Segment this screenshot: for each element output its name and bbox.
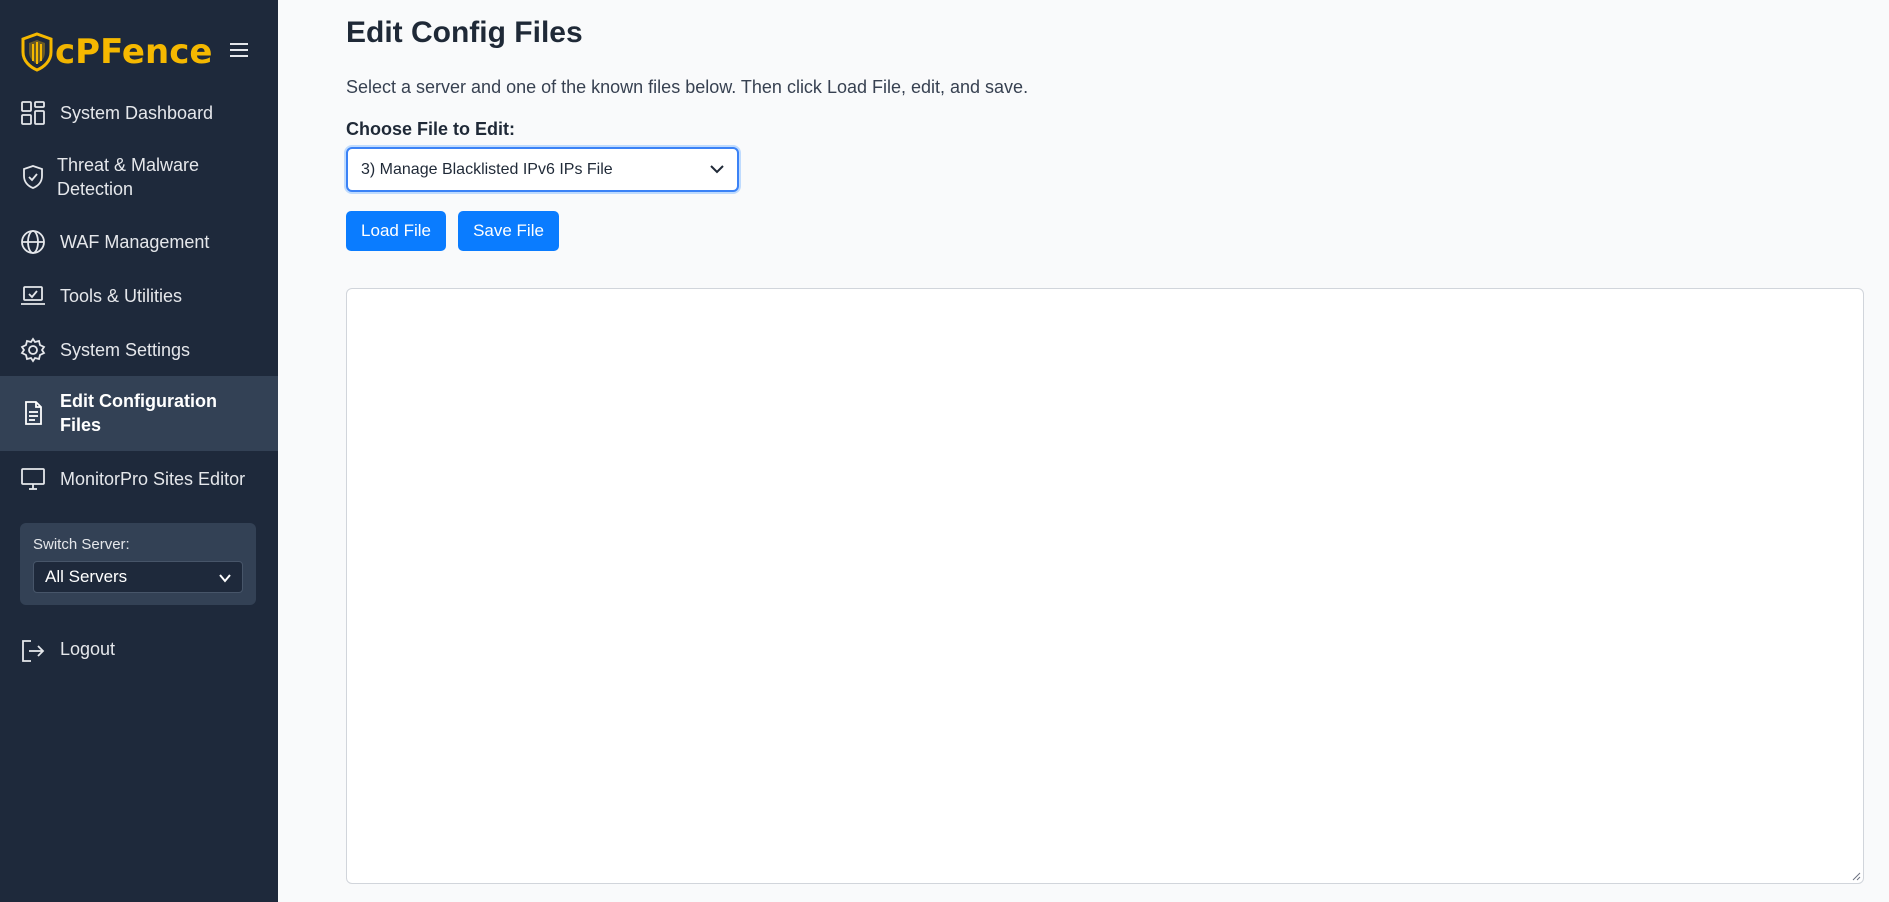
dashboard-grid-icon — [21, 101, 45, 125]
globe-icon — [21, 230, 45, 254]
sidebar-item-system-dashboard[interactable]: System Dashboard — [0, 98, 278, 128]
sidebar-item-threat-malware-detection[interactable]: Threat & Malware Detection — [0, 152, 278, 202]
page-description: Select a server and one of the known fil… — [346, 77, 1029, 97]
monitor-icon — [21, 468, 45, 490]
choose-file-label: Choose File to Edit: — [346, 119, 515, 139]
switch-server-select[interactable]: All Servers — [33, 561, 243, 593]
shield-logo-icon — [21, 32, 53, 72]
sidebar: cPFence System Dashboard Threat & Malwar… — [0, 0, 278, 902]
switch-server-label: Switch Server: — [33, 536, 130, 553]
resize-handle-icon[interactable] — [1851, 871, 1861, 881]
sidebar-item-label: Edit Configuration Files — [60, 391, 217, 435]
file-select-value: 3) Manage Blacklisted IPv6 IPs File — [361, 161, 613, 178]
sidebar-item-tools-utilities[interactable]: Tools & Utilities — [0, 281, 278, 311]
sidebar-item-label: System Dashboard — [60, 103, 214, 123]
logout-icon — [22, 640, 45, 662]
brand-logo[interactable]: cPFence — [20, 30, 260, 74]
logout-label: Logout — [60, 639, 116, 659]
page-title: Edit Config Files — [346, 16, 583, 49]
sidebar-item-label: Threat & Malware Detection — [57, 155, 200, 199]
sidebar-item-label: Tools & Utilities — [60, 286, 183, 306]
gear-icon — [20, 337, 46, 363]
sidebar-item-system-settings[interactable]: System Settings — [0, 335, 278, 365]
sidebar-item-label: WAF Management — [60, 232, 210, 252]
hamburger-icon[interactable] — [228, 40, 250, 60]
load-file-button[interactable]: Load File — [346, 211, 446, 251]
logout-button[interactable]: Logout — [0, 636, 278, 666]
brand-name: cPFence — [55, 32, 213, 72]
sidebar-item-waf-management[interactable]: WAF Management — [0, 227, 278, 257]
file-select[interactable]: 3) Manage Blacklisted IPv6 IPs File — [346, 147, 739, 192]
switch-server-panel: Switch Server: All Servers — [20, 523, 256, 605]
chevron-down-icon — [710, 165, 724, 174]
laptop-check-icon — [21, 286, 45, 305]
shield-check-icon — [23, 165, 43, 189]
sidebar-item-monitorpro-sites-editor[interactable]: MonitorPro Sites Editor — [0, 464, 278, 494]
switch-server-value: All Servers — [45, 567, 128, 586]
save-file-button[interactable]: Save File — [458, 211, 559, 251]
sidebar-item-label: System Settings — [60, 340, 191, 360]
sidebar-item-label: MonitorPro Sites Editor — [60, 469, 246, 489]
sidebar-item-edit-configuration-files[interactable]: Edit Configuration Files — [0, 376, 278, 451]
main-content: Edit Config Files Select a server and on… — [278, 0, 1889, 902]
chevron-down-icon — [219, 574, 231, 583]
config-editor-textarea[interactable] — [346, 288, 1864, 884]
document-icon — [25, 401, 42, 425]
